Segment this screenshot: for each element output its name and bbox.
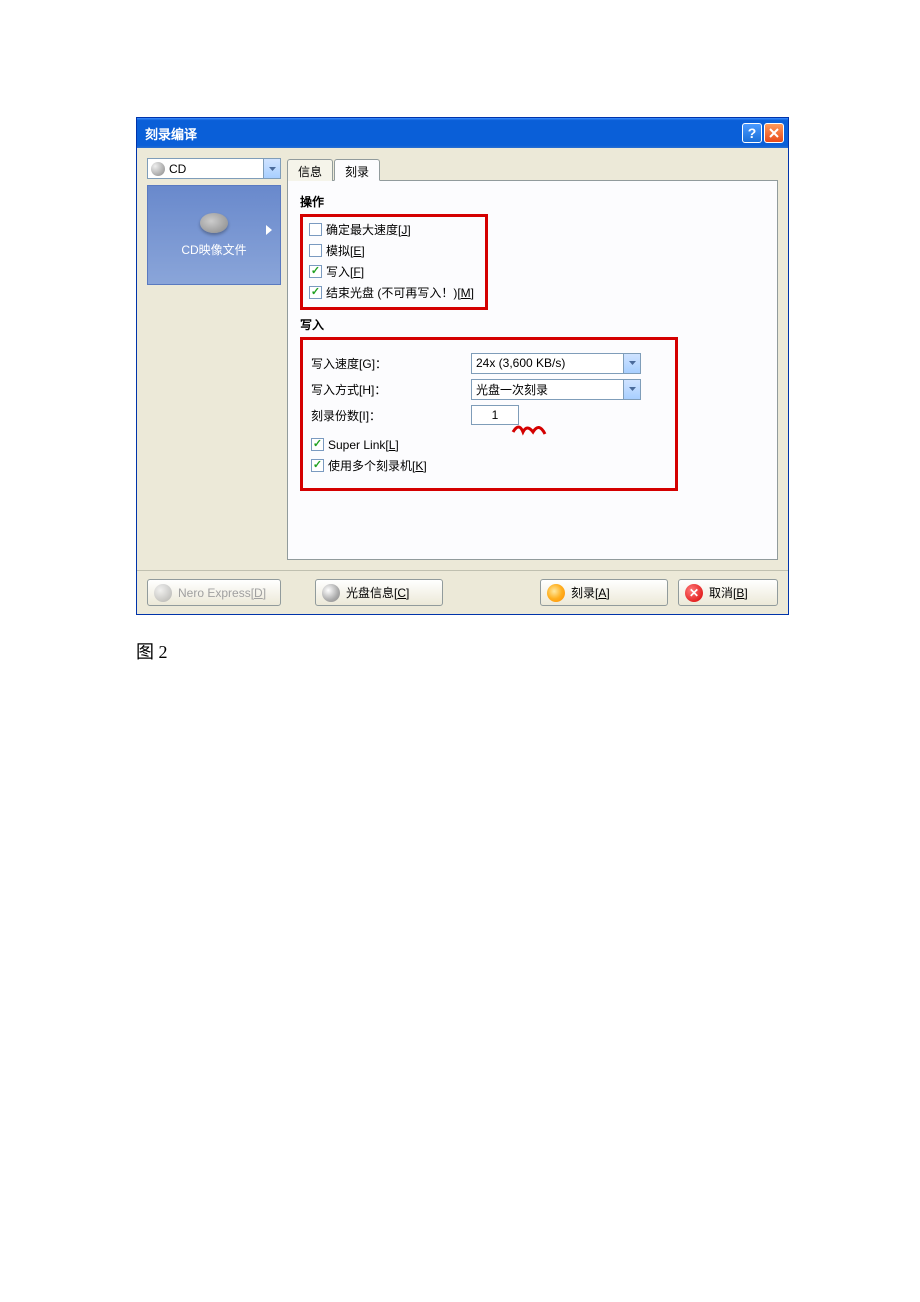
close-button[interactable] xyxy=(764,123,784,143)
button-row: Nero Express[D] 光盘信息[C] 刻录[A] ✕ 取消[B] xyxy=(137,570,788,614)
checkbox-simulate[interactable] xyxy=(309,244,322,257)
checkbox-superlink-label: Super Link[L] xyxy=(328,438,399,452)
tab-burn[interactable]: 刻录 xyxy=(334,159,380,181)
button-label: Nero Express[D] xyxy=(178,586,266,600)
chevron-down-icon xyxy=(623,354,640,373)
chevron-down-icon xyxy=(263,159,280,178)
checkbox-write-label: 写入[F] xyxy=(326,263,364,280)
checkbox-multi-recorder-label: 使用多个刻录机[K] xyxy=(328,457,427,474)
cd-image-icon xyxy=(200,213,228,233)
annotation-box-write: 写入速度[G]： 24x (3,600 KB/s) 写入方式[H]： 光盘一次刻… xyxy=(300,337,678,491)
checkbox-write[interactable] xyxy=(309,265,322,278)
disc-type-combo[interactable]: CD xyxy=(147,158,281,179)
label-copies: 刻录份数[I]： xyxy=(311,407,471,424)
combo-value: CD xyxy=(169,162,263,176)
dialog-window: 刻录编译 ? CD xyxy=(136,117,789,615)
sidebar-cd-image-tile[interactable]: CD映像文件 xyxy=(147,185,281,285)
select-value: 光盘一次刻录 xyxy=(476,381,623,398)
close-icon xyxy=(769,128,779,138)
checkbox-finalize-label: 结束光盘 (不可再写入！)[M] xyxy=(326,284,474,301)
select-write-speed[interactable]: 24x (3,600 KB/s) xyxy=(471,353,641,374)
annotation-box-operation: 确定最大速度[J] 模拟[E] 写入[F] 结束光盘 (不可再写入！) xyxy=(300,214,488,310)
button-label: 取消[B] xyxy=(709,584,748,601)
tab-info[interactable]: 信息 xyxy=(287,159,333,181)
section-operation: 操作 xyxy=(300,193,765,210)
disc-info-button[interactable]: 光盘信息[C] xyxy=(315,579,443,606)
burn-button[interactable]: 刻录[A] xyxy=(540,579,668,606)
checkbox-finalize[interactable] xyxy=(309,286,322,299)
annotation-scribble xyxy=(511,420,561,438)
cancel-button[interactable]: ✕ 取消[B] xyxy=(678,579,778,606)
nero-express-button[interactable]: Nero Express[D] xyxy=(147,579,281,606)
button-label: 光盘信息[C] xyxy=(346,584,409,601)
chevron-down-icon xyxy=(623,380,640,399)
chevron-right-icon xyxy=(266,224,272,238)
label-write-speed: 写入速度[G]： xyxy=(311,355,471,372)
tile-label: CD映像文件 xyxy=(181,241,246,258)
select-write-method[interactable]: 光盘一次刻录 xyxy=(471,379,641,400)
checkbox-superlink[interactable] xyxy=(311,438,324,451)
label-write-method: 写入方式[H]： xyxy=(311,381,471,398)
figure-caption: 图 2 xyxy=(136,638,168,664)
help-button[interactable]: ? xyxy=(742,123,762,143)
nero-icon xyxy=(154,584,172,602)
checkbox-simulate-label: 模拟[E] xyxy=(326,242,365,259)
disc-icon xyxy=(151,162,165,176)
cancel-icon: ✕ xyxy=(685,584,703,602)
checkbox-max-speed[interactable] xyxy=(309,223,322,236)
checkbox-multi-recorder[interactable] xyxy=(311,459,324,472)
button-label: 刻录[A] xyxy=(571,584,610,601)
flame-icon xyxy=(547,584,565,602)
checkbox-max-speed-label: 确定最大速度[J] xyxy=(326,221,411,238)
section-write: 写入 xyxy=(300,316,765,333)
select-value: 24x (3,600 KB/s) xyxy=(476,356,623,370)
tab-panel-burn: 操作 确定最大速度[J] 模拟[E] 写入[F] xyxy=(287,180,778,560)
titlebar: 刻录编译 ? xyxy=(137,118,788,148)
disc-icon xyxy=(322,584,340,602)
window-title: 刻录编译 xyxy=(145,124,742,143)
